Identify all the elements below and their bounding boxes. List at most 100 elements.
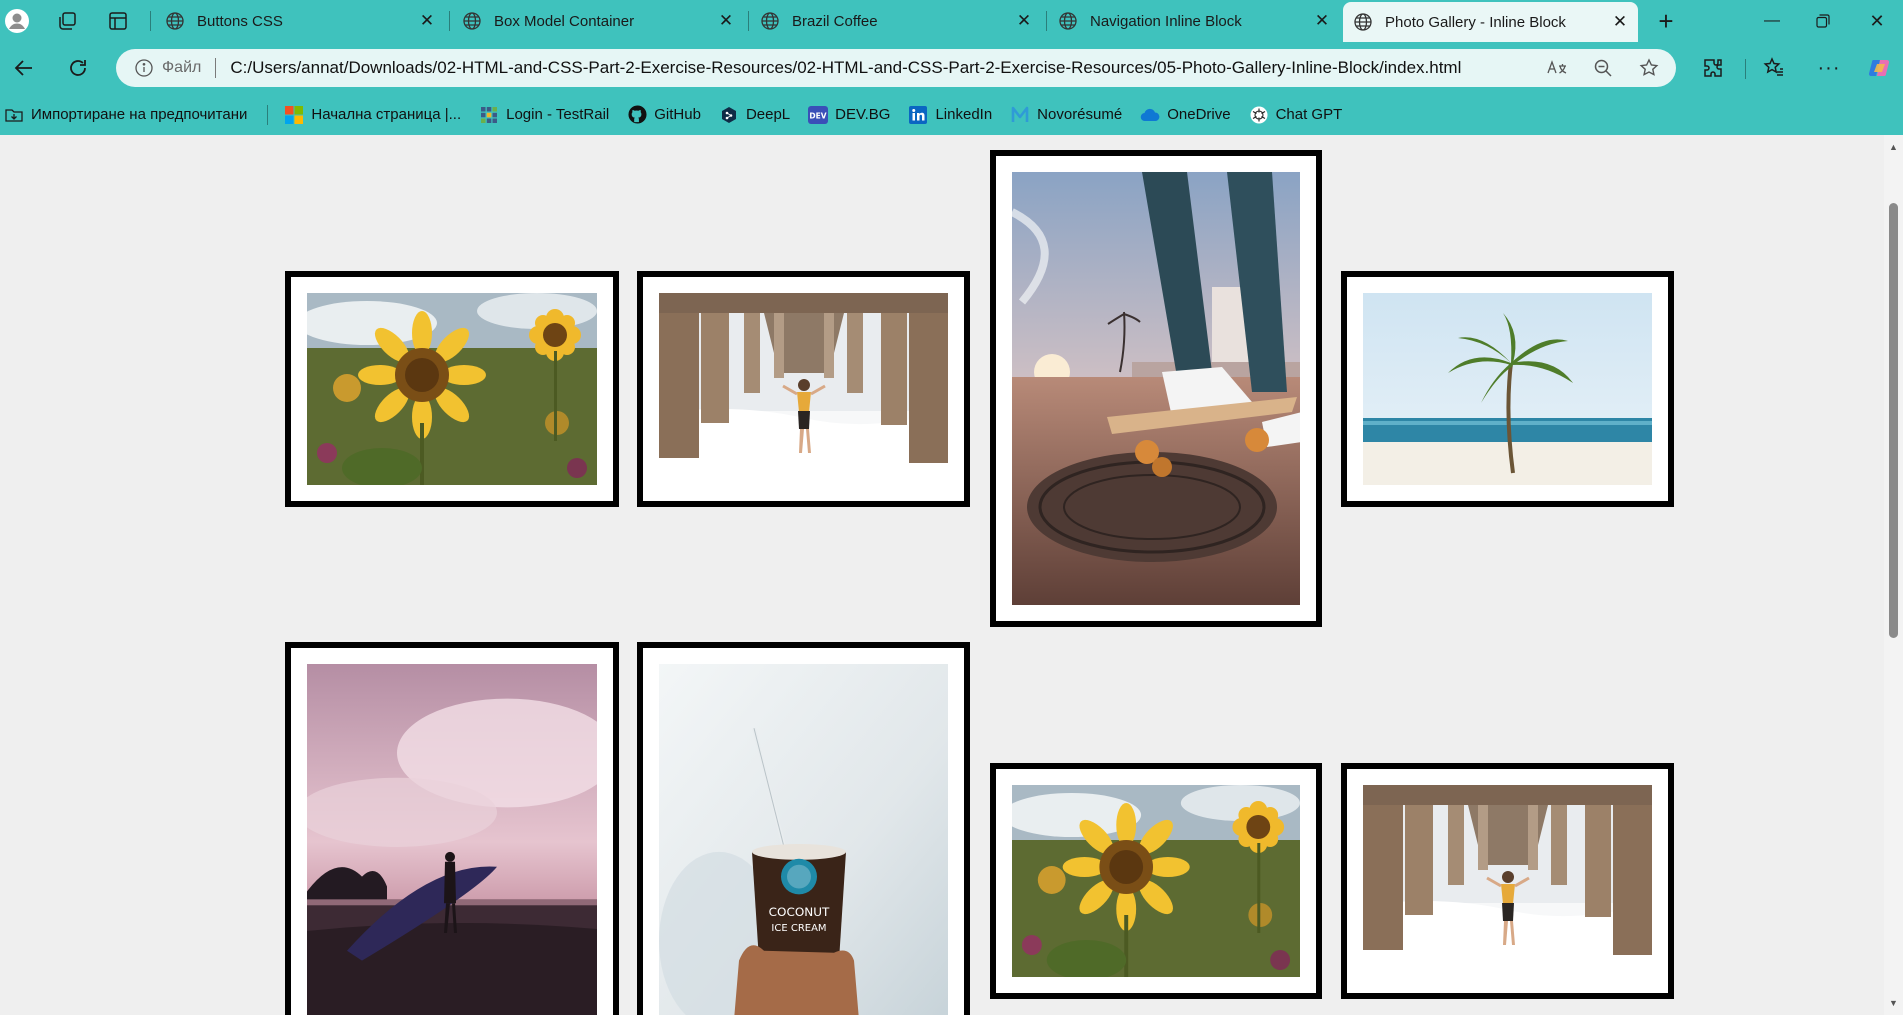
- onedrive-icon: [1140, 105, 1160, 125]
- chatgpt-icon: [1249, 105, 1269, 125]
- globe-icon: [760, 11, 780, 31]
- read-aloud-icon[interactable]: [1542, 53, 1572, 83]
- gallery-item: COCONUT ICE CREAM: [637, 642, 970, 1015]
- favorite-label: OneDrive: [1167, 106, 1231, 123]
- tab-separator: [748, 11, 749, 31]
- skateboard-photo: [1012, 172, 1300, 605]
- linkedin-icon: [908, 105, 928, 125]
- tab-brazil-coffee[interactable]: Brazil Coffee ✕: [750, 2, 1042, 40]
- gallery-item: [990, 150, 1322, 627]
- globe-icon: [1353, 12, 1373, 32]
- favorites-separator: [267, 104, 269, 125]
- novoresume-icon: [1010, 105, 1030, 125]
- gallery-item: [990, 763, 1322, 999]
- page-viewport: COCONUT ICE CREAM: [0, 135, 1884, 1015]
- tab-separator: [150, 11, 151, 31]
- tab-separator: [1046, 11, 1047, 31]
- favorite-chatgpt[interactable]: Chat GPT: [1249, 105, 1343, 125]
- tab-photo-gallery-inline-block[interactable]: Photo Gallery - Inline Block ✕: [1343, 2, 1638, 42]
- close-icon[interactable]: ✕: [415, 9, 439, 33]
- favorite-deepl[interactable]: DeepL: [719, 105, 790, 125]
- sunflower-photo: [307, 293, 597, 485]
- tab-separator: [449, 11, 450, 31]
- coconut-ice-cream-photo: COCONUT ICE CREAM: [659, 664, 948, 1015]
- scroll-down-arrow-icon[interactable]: ▼: [1888, 997, 1899, 1008]
- devbg-icon: DEV: [808, 105, 829, 125]
- palm-beach-photo: [1363, 293, 1652, 485]
- tab-navigation-inline-block[interactable]: Navigation Inline Block ✕: [1048, 2, 1340, 40]
- gallery-item: [1341, 763, 1674, 999]
- folder-import-icon: [4, 105, 24, 125]
- extensions-icon[interactable]: [1697, 52, 1729, 84]
- favorite-start-page[interactable]: Начална страница |...: [284, 105, 461, 125]
- svg-text:DEV: DEV: [810, 111, 827, 120]
- more-options-icon[interactable]: ···: [1813, 52, 1845, 84]
- favorite-label: Chat GPT: [1275, 106, 1343, 123]
- sunflower-photo: [1012, 785, 1300, 977]
- refresh-icon[interactable]: [62, 52, 94, 84]
- github-icon: [627, 105, 647, 125]
- scroll-up-arrow-icon[interactable]: ▲: [1888, 141, 1899, 152]
- tab-buttons-css[interactable]: Buttons CSS ✕: [155, 2, 445, 40]
- favorite-label: Импортиране на предпочитани: [31, 106, 248, 123]
- favorite-star-icon[interactable]: [1634, 53, 1664, 83]
- favorite-devbg[interactable]: DEV DEV.BG: [808, 105, 890, 125]
- tab-title: Buttons CSS: [197, 12, 283, 30]
- deepl-icon: [719, 105, 739, 125]
- favorite-github[interactable]: GitHub: [627, 105, 701, 125]
- tab-actions-icon[interactable]: [103, 6, 133, 36]
- favorite-linkedin[interactable]: LinkedIn: [908, 105, 992, 125]
- new-tab-icon[interactable]: +: [1651, 6, 1681, 36]
- address-separator: [215, 58, 217, 78]
- favorite-label: GitHub: [654, 106, 701, 123]
- favorite-import[interactable]: Импортиране на предпочитани: [4, 105, 247, 125]
- svg-text:ICE CREAM: ICE CREAM: [771, 923, 826, 934]
- scheme-label: Файл: [162, 59, 202, 76]
- close-icon[interactable]: ✕: [714, 9, 738, 33]
- workspaces-icon[interactable]: [52, 6, 82, 36]
- globe-icon: [462, 11, 482, 31]
- profile-icon[interactable]: [2, 6, 32, 36]
- favorite-testrail[interactable]: Login - TestRail: [479, 105, 609, 125]
- tab-bar: Buttons CSS ✕ Box Model Container ✕ Braz…: [0, 0, 1903, 42]
- favorite-label: LinkedIn: [935, 106, 993, 123]
- tab-box-model-container[interactable]: Box Model Container ✕: [452, 2, 744, 40]
- minimize-icon[interactable]: —: [1757, 6, 1787, 36]
- favorites-icon[interactable]: [1758, 52, 1790, 84]
- testrail-icon: [479, 105, 499, 125]
- copilot-icon[interactable]: [1864, 52, 1896, 84]
- close-icon[interactable]: ✕: [1608, 10, 1632, 34]
- toolbar-separator: [1745, 59, 1746, 79]
- zoom-out-icon[interactable]: [1588, 53, 1618, 83]
- back-arrow-icon[interactable]: [8, 52, 40, 84]
- close-icon[interactable]: ✕: [1310, 9, 1334, 33]
- url-text[interactable]: C:/Users/annat/Downloads/02-HTML-and-CSS…: [230, 58, 1461, 78]
- tab-title: Brazil Coffee: [792, 12, 878, 30]
- gallery-item: [1341, 271, 1674, 507]
- address-bar-actions: [1542, 53, 1664, 83]
- restore-icon[interactable]: [1808, 6, 1838, 36]
- close-icon[interactable]: ✕: [1012, 9, 1036, 33]
- pier-woman-photo: [1363, 785, 1652, 977]
- globe-icon: [165, 11, 185, 31]
- favorite-label: DeepL: [745, 106, 791, 123]
- favorite-label: Login - TestRail: [506, 106, 610, 123]
- gallery-item: [285, 642, 619, 1015]
- favorite-label: Novorésumé: [1037, 106, 1123, 123]
- window-close-icon[interactable]: ✕: [1862, 6, 1892, 36]
- surfer-sunset-photo: [307, 664, 597, 1015]
- favorite-onedrive[interactable]: OneDrive: [1140, 105, 1231, 125]
- info-icon[interactable]: [134, 58, 154, 78]
- address-row: Файл C:/Users/annat/Downloads/02-HTML-an…: [0, 42, 1903, 94]
- tab-title: Navigation Inline Block: [1090, 12, 1242, 30]
- gallery-item: [637, 271, 970, 507]
- vertical-scrollbar[interactable]: ▲ ▼: [1884, 135, 1903, 1015]
- microsoft-logo-icon: [284, 105, 304, 125]
- address-bar[interactable]: Файл C:/Users/annat/Downloads/02-HTML-an…: [116, 49, 1676, 87]
- browser-chrome: Buttons CSS ✕ Box Model Container ✕ Braz…: [0, 0, 1903, 135]
- favorite-novoresume[interactable]: Novorésumé: [1010, 105, 1122, 125]
- gallery-item: [285, 271, 619, 507]
- favorite-label: Начална страница |...: [311, 106, 462, 123]
- tab-title: Box Model Container: [494, 12, 635, 30]
- scrollbar-thumb[interactable]: [1889, 203, 1898, 638]
